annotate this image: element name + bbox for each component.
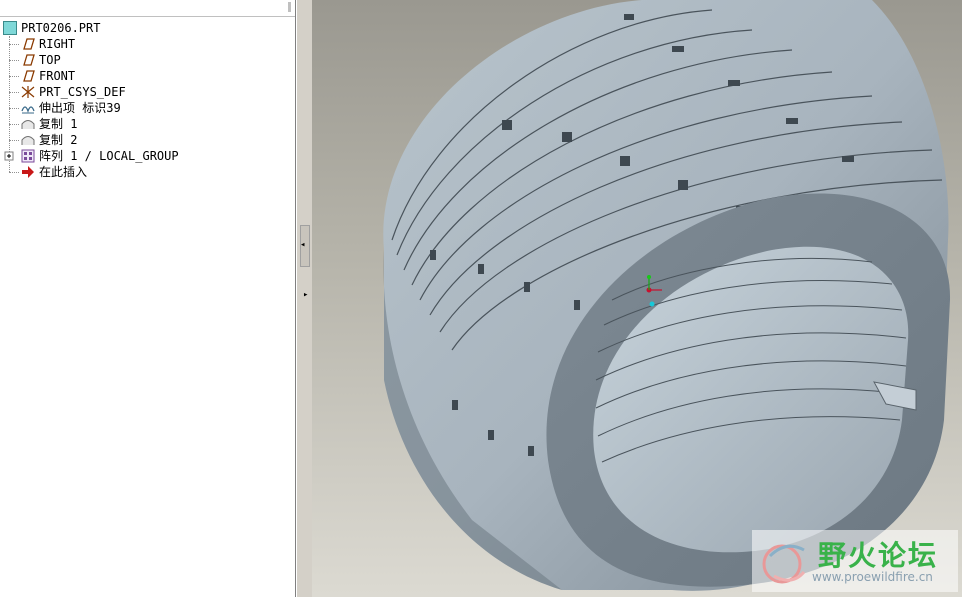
tree-item-insert-here[interactable]: 在此插入 [20, 164, 87, 180]
tree-guide-branch [9, 92, 19, 93]
tree-guide-branch [9, 124, 19, 125]
tree-item-top[interactable]: TOP [20, 52, 61, 68]
part-icon [3, 21, 17, 35]
tree-guide-branch [9, 172, 19, 173]
graphics-viewport[interactable] [312, 0, 962, 597]
tree-item-label: RIGHT [39, 37, 76, 51]
tree-item-label: PRT_CSYS_DEF [39, 85, 126, 99]
watermark-title: 野火论坛 [818, 539, 939, 572]
tree-item-label: 复制 1 [39, 117, 78, 131]
tree-item-root[interactable]: PRT0206.PRT [0, 20, 100, 36]
protrusion-icon [20, 101, 36, 115]
tree-guide-branch [9, 44, 19, 45]
3d-model-view[interactable] [312, 0, 962, 597]
forum-logo-icon [762, 544, 806, 584]
tree-item-label: 伸出项 标识39 [39, 101, 121, 115]
copy-feature-icon [20, 117, 36, 131]
model-tree-panel: PRT0206.PRT RIGHT TOP FRONT PRT_CSYS_DEF… [0, 0, 296, 597]
tree-guide-branch [9, 60, 19, 61]
tree-item-label: 在此插入 [39, 165, 88, 179]
tree-guide-branch [9, 140, 19, 141]
tree-item-label: 阵列 1 / LOCAL_GROUP [39, 149, 179, 163]
expand-right-icon[interactable]: ▸ [303, 290, 308, 300]
tree-item-pattern[interactable]: 阵列 1 / LOCAL_GROUP [4, 148, 179, 164]
copy-feature-icon [20, 133, 36, 147]
datum-plane-icon [20, 69, 36, 83]
tree-item-label: TOP [39, 53, 61, 67]
tree-item-label: PRT0206.PRT [21, 21, 101, 35]
tree-guide-branch [9, 76, 19, 77]
tree-scroll-thumb[interactable] [288, 2, 291, 12]
tree-item-label: 复制 2 [39, 133, 78, 147]
tree-guide-branch [9, 108, 19, 109]
tree-item-label: FRONT [39, 69, 76, 83]
panel-splitter[interactable]: ◂ ▸ [296, 0, 313, 597]
pattern-icon [20, 149, 36, 163]
tree-item-front[interactable]: FRONT [20, 68, 75, 84]
watermark-url: www.proewildfire.cn [812, 570, 933, 584]
tree-item-copy-1[interactable]: 复制 1 [20, 116, 77, 132]
tree-item-right[interactable]: RIGHT [20, 36, 75, 52]
tree-item-csys[interactable]: PRT_CSYS_DEF [20, 84, 126, 100]
collapse-left-icon[interactable]: ◂ [300, 240, 305, 250]
expand-plus-icon[interactable] [4, 149, 16, 163]
datum-plane-icon [20, 53, 36, 67]
model-tree-header [0, 0, 295, 17]
tree-item-copy-2[interactable]: 复制 2 [20, 132, 77, 148]
tree-item-protrusion[interactable]: 伸出项 标识39 [20, 100, 121, 116]
forum-watermark: 野火论坛 www.proewildfire.cn [752, 530, 958, 592]
insert-here-arrow-icon [20, 165, 36, 179]
datum-plane-icon [20, 37, 36, 51]
coordinate-system-icon [20, 85, 36, 99]
